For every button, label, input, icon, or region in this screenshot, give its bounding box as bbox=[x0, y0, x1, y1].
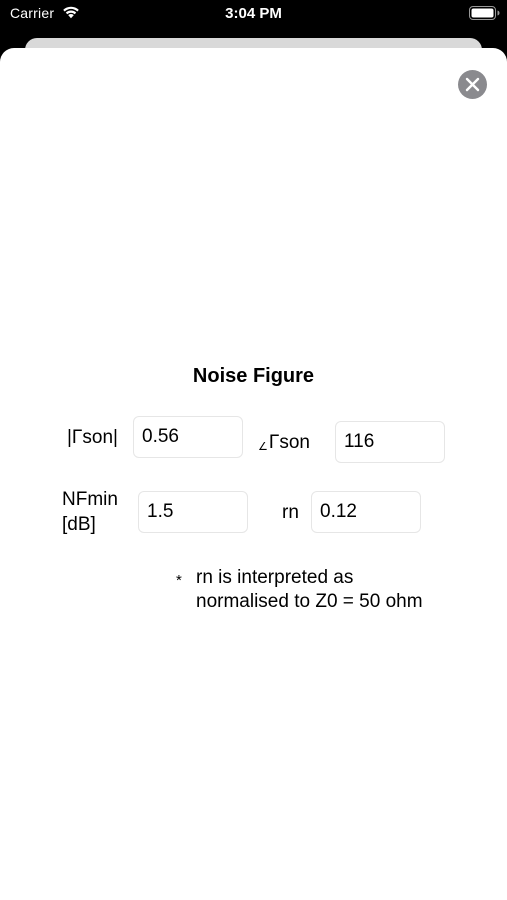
battery-icon bbox=[469, 6, 500, 20]
nfmin-label: NFmin [dB] bbox=[62, 487, 118, 537]
modal-sheet bbox=[0, 48, 507, 900]
rn-note: rn is interpreted as normalised to Z0 = … bbox=[196, 566, 423, 614]
nfmin-label-line2: [dB] bbox=[62, 514, 96, 535]
angle-symbol: ∠ bbox=[258, 441, 268, 453]
gamma-magnitude-label: |Γson| bbox=[67, 427, 118, 448]
nfmin-label-line1: NFmin bbox=[62, 489, 118, 510]
rn-field[interactable] bbox=[311, 491, 421, 533]
rn-note-line2: normalised to Z0 = 50 ohm bbox=[196, 591, 423, 612]
gamma-angle-label: ∠Γson bbox=[258, 432, 310, 454]
close-icon bbox=[465, 77, 480, 92]
close-button[interactable] bbox=[458, 70, 487, 99]
rn-label: rn bbox=[282, 502, 299, 523]
status-bar: Carrier 3:04 PM bbox=[0, 0, 507, 30]
clock: 3:04 PM bbox=[225, 5, 282, 22]
gamma-angle-label-text: Γson bbox=[268, 432, 310, 453]
gamma-magnitude-field[interactable] bbox=[133, 416, 243, 458]
nfmin-field[interactable] bbox=[138, 491, 248, 533]
gamma-angle-field[interactable] bbox=[335, 421, 445, 463]
rn-note-line1: rn is interpreted as bbox=[196, 567, 354, 588]
note-bullet: * bbox=[176, 572, 182, 589]
page-title: Noise Figure bbox=[192, 365, 315, 387]
